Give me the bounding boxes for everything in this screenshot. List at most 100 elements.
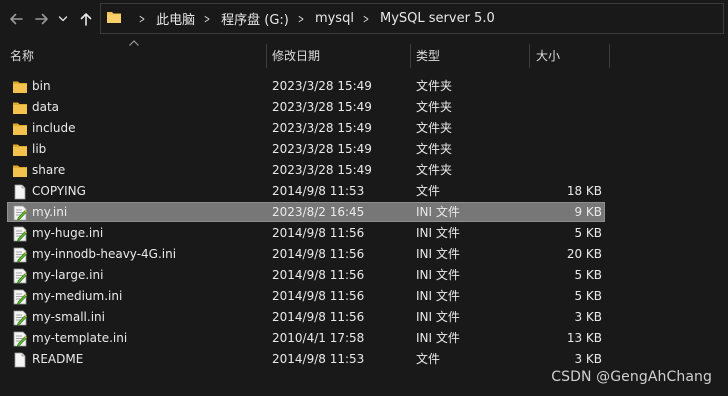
breadcrumb-mysql-server[interactable]: MySQL server 5.0 xyxy=(380,11,495,26)
file-modified-date: 2014/9/8 11:56 xyxy=(272,289,365,303)
folder-icon xyxy=(12,79,28,95)
file-modified-date: 2014/9/8 11:53 xyxy=(272,352,365,366)
file-type: 文件夹 xyxy=(416,100,453,114)
file-modified-date: 2023/3/28 15:49 xyxy=(272,163,372,177)
file-name: my-innodb-heavy-4G.ini xyxy=(32,247,177,261)
file-size: 5 KB xyxy=(574,289,602,303)
file-size xyxy=(530,160,602,181)
breadcrumb-separator-icon[interactable]: > xyxy=(139,12,145,26)
file-row[interactable]: my-template.ini 2010/4/1 17:58 INI 文件 13 KB xyxy=(0,328,728,349)
file-row[interactable]: COPYING 2014/9/8 11:53 文件 18 KB xyxy=(0,181,728,202)
column-header-row: 名称 修改日期 类型 大小 xyxy=(0,40,728,70)
folder-icon xyxy=(12,163,28,179)
chevron-down-icon xyxy=(58,16,68,22)
ini-file-icon xyxy=(12,268,28,284)
file-modified-date: 2014/9/8 11:56 xyxy=(272,268,365,282)
ini-file-icon xyxy=(12,289,28,305)
file-type: INI 文件 xyxy=(416,268,460,282)
breadcrumb-separator-icon[interactable]: > xyxy=(363,12,369,26)
file-modified-date: 2023/3/28 15:49 xyxy=(272,142,372,156)
column-header-size[interactable]: 大小 xyxy=(530,42,610,70)
breadcrumb-mysql[interactable]: mysql xyxy=(315,11,354,26)
navigation-bar: > 此电脑 > 程序盘 (G:) > mysql > MySQL server … xyxy=(0,0,728,38)
back-button[interactable] xyxy=(6,8,26,30)
file-row[interactable]: my-small.ini 2014/9/8 11:56 INI 文件 3 KB xyxy=(0,307,728,328)
ini-file-icon xyxy=(12,310,28,326)
file-name: COPYING xyxy=(32,184,86,198)
file-modified-date: 2014/9/8 11:56 xyxy=(272,247,365,261)
file-name: my-small.ini xyxy=(32,310,105,324)
recent-locations-button[interactable] xyxy=(56,8,70,30)
breadcrumb-drive[interactable]: 程序盘 (G:) xyxy=(221,9,289,28)
file-row[interactable]: README 2014/9/8 11:53 文件 3 KB xyxy=(0,349,728,370)
file-row[interactable]: my-huge.ini 2014/9/8 11:56 INI 文件 5 KB xyxy=(0,223,728,244)
file-name: my-medium.ini xyxy=(32,289,123,303)
folder-icon xyxy=(12,142,28,158)
file-size xyxy=(530,139,602,160)
file-modified-date: 2023/3/28 15:49 xyxy=(272,79,372,93)
file-row[interactable]: my-large.ini 2014/9/8 11:56 INI 文件 5 KB xyxy=(0,265,728,286)
file-type: 文件 xyxy=(416,352,441,366)
file-size: 3 KB xyxy=(574,352,602,366)
file-type: 文件夹 xyxy=(416,79,453,93)
file-modified-date: 2023/3/28 15:49 xyxy=(272,100,372,114)
file-name: README xyxy=(32,352,84,366)
address-bar[interactable]: > 此电脑 > 程序盘 (G:) > mysql > MySQL server … xyxy=(100,3,724,34)
file-type: INI 文件 xyxy=(416,310,460,324)
file-size: 9 KB xyxy=(574,205,602,219)
breadcrumb-this-pc[interactable]: 此电脑 xyxy=(156,9,195,28)
file-size xyxy=(530,118,602,139)
file-name: share xyxy=(32,163,66,177)
watermark: CSDN @GengAhChang xyxy=(551,369,712,385)
arrow-up-icon xyxy=(80,13,92,26)
file-size: 13 KB xyxy=(566,331,602,345)
breadcrumb-separator-icon[interactable]: > xyxy=(298,12,304,26)
ini-file-icon xyxy=(12,226,28,242)
column-header-type[interactable]: 类型 xyxy=(410,42,530,70)
file-size: 20 KB xyxy=(566,247,602,261)
arrow-right-icon xyxy=(35,13,48,25)
file-name: data xyxy=(32,100,60,114)
file-row[interactable]: my.ini 2023/8/2 16:45 INI 文件 9 KB xyxy=(0,202,728,223)
file-type: INI 文件 xyxy=(416,205,460,219)
breadcrumb-separator-icon[interactable]: > xyxy=(204,12,210,26)
ini-file-icon xyxy=(12,331,28,347)
file-row[interactable]: my-innodb-heavy-4G.ini 2014/9/8 11:56 INI … xyxy=(0,244,728,265)
arrow-left-icon xyxy=(10,13,23,25)
file-row[interactable]: include 2023/3/28 15:49 文件夹 xyxy=(0,118,728,139)
ini-file-icon xyxy=(12,205,28,221)
column-header-date[interactable]: 修改日期 xyxy=(266,42,410,70)
file-row[interactable]: share 2023/3/28 15:49 文件夹 xyxy=(0,160,728,181)
file-modified-date: 2023/8/2 16:45 xyxy=(272,205,365,219)
file-name: include xyxy=(32,121,76,135)
file-row[interactable]: bin 2023/3/28 15:49 文件夹 xyxy=(0,76,728,97)
file-size: 5 KB xyxy=(574,226,602,240)
file-type: INI 文件 xyxy=(416,247,460,261)
file-type: 文件夹 xyxy=(416,163,453,177)
folder-icon xyxy=(12,100,28,116)
forward-button[interactable] xyxy=(32,8,52,30)
column-header-name[interactable]: 名称 xyxy=(4,42,266,70)
file-icon xyxy=(12,352,28,368)
file-size: 18 KB xyxy=(566,184,602,198)
file-modified-date: 2023/3/28 15:49 xyxy=(272,121,372,135)
folder-icon xyxy=(106,9,122,29)
ini-file-icon xyxy=(12,247,28,263)
file-modified-date: 2014/9/8 11:56 xyxy=(272,310,365,324)
file-name: my-template.ini xyxy=(32,331,128,345)
file-modified-date: 2010/4/1 17:58 xyxy=(272,331,365,345)
file-row[interactable]: lib 2023/3/28 15:49 文件夹 xyxy=(0,139,728,160)
file-row[interactable]: my-medium.ini 2014/9/8 11:56 INI 文件 5 KB xyxy=(0,286,728,307)
file-name: lib xyxy=(32,142,47,156)
file-type: INI 文件 xyxy=(416,226,460,240)
file-modified-date: 2014/9/8 11:56 xyxy=(272,226,365,240)
file-type: INI 文件 xyxy=(416,289,460,303)
up-button[interactable] xyxy=(76,8,96,30)
folder-icon xyxy=(12,121,28,137)
file-size xyxy=(530,97,602,118)
file-name: my-huge.ini xyxy=(32,226,104,240)
file-row[interactable]: data 2023/3/28 15:49 文件夹 xyxy=(0,97,728,118)
file-explorer-window: > 此电脑 > 程序盘 (G:) > mysql > MySQL server … xyxy=(0,0,728,396)
file-type: INI 文件 xyxy=(416,331,460,345)
column-divider[interactable] xyxy=(609,44,610,68)
